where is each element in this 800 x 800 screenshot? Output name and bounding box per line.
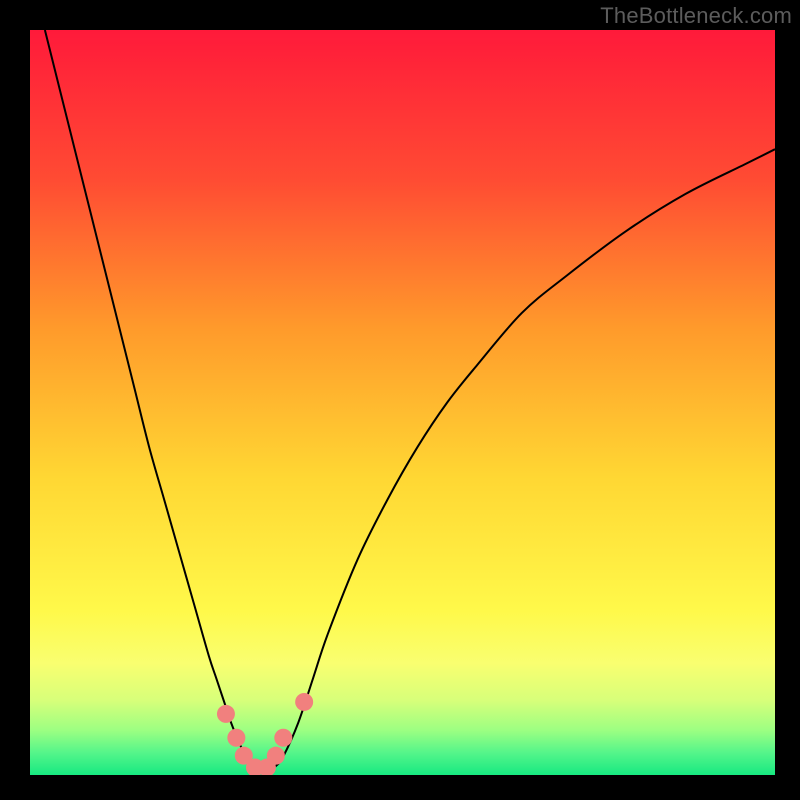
highlight-dot <box>227 729 245 747</box>
highlight-dot <box>295 693 313 711</box>
highlight-dot <box>274 729 292 747</box>
chart-svg <box>30 30 775 775</box>
plot-area <box>30 30 775 775</box>
gradient-background <box>30 30 775 775</box>
highlight-dot <box>217 705 235 723</box>
chart-container: TheBottleneck.com <box>0 0 800 800</box>
watermark-text: TheBottleneck.com <box>600 3 792 29</box>
highlight-dot <box>267 747 285 765</box>
